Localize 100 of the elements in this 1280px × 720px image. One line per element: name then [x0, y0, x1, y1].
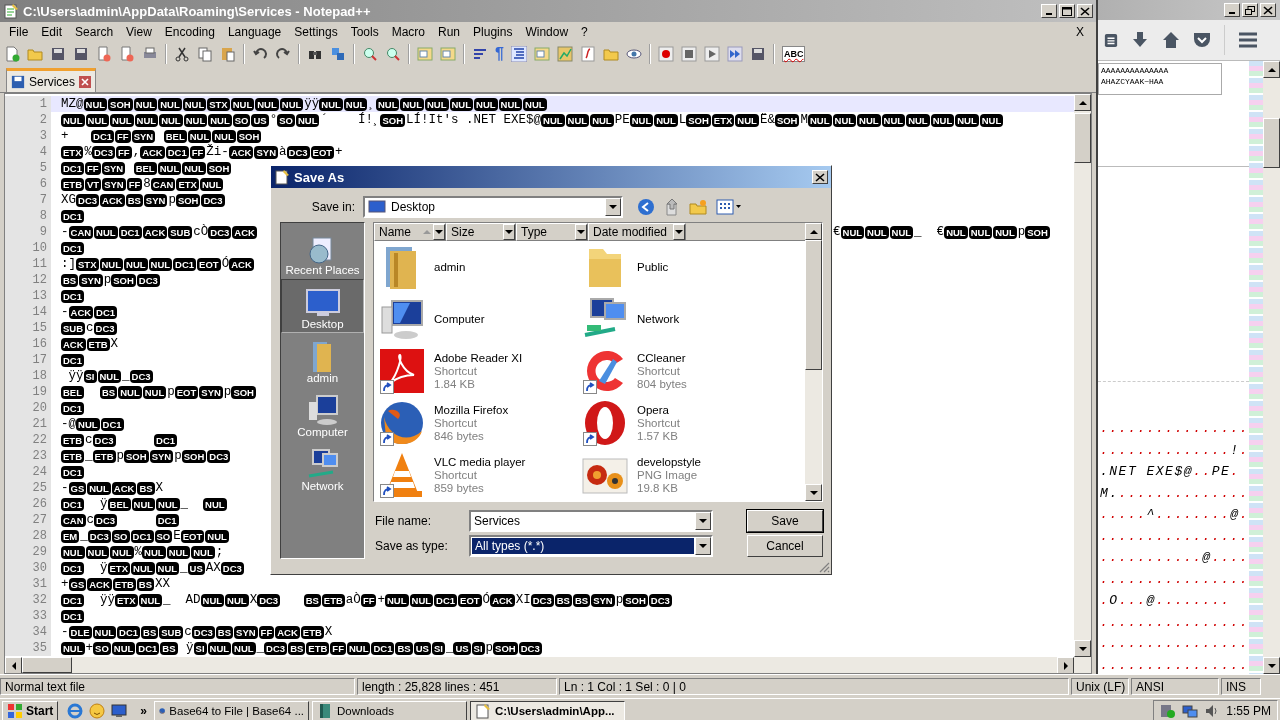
restore-button[interactable]: [1242, 3, 1258, 17]
places-item[interactable]: Computer: [281, 387, 364, 441]
vertical-scrollbar[interactable]: [805, 223, 822, 501]
save-button[interactable]: Save: [747, 509, 823, 532]
vertical-scrollbar[interactable]: [1074, 94, 1091, 673]
dropdown-button[interactable]: [695, 537, 711, 556]
menu-item[interactable]: Macro: [386, 24, 433, 39]
minimize-button[interactable]: [1224, 3, 1240, 17]
scroll-button[interactable]: [1263, 657, 1280, 674]
dropdown-button[interactable]: [433, 224, 445, 240]
places-item[interactable]: admin: [281, 333, 364, 387]
desktop-entry[interactable]: Opera Shortcut 1.57 KB: [581, 397, 784, 449]
horizontal-scrollbar[interactable]: [5, 657, 1074, 673]
replace-icon[interactable]: [330, 46, 346, 62]
scroll-thumb[interactable]: [1074, 113, 1091, 163]
menu-item[interactable]: Encoding: [159, 24, 223, 39]
menu-item[interactable]: Search: [70, 24, 122, 39]
file-name-field[interactable]: Services: [469, 509, 713, 532]
eye-icon[interactable]: [625, 46, 642, 62]
pocket-icon[interactable]: [1193, 31, 1211, 49]
resize-grip-icon[interactable]: [818, 561, 830, 573]
clipboard-list-icon[interactable]: [1104, 32, 1118, 48]
back-icon[interactable]: [637, 198, 655, 216]
scroll-button[interactable]: [5, 657, 22, 673]
scroll-button[interactable]: [1074, 640, 1091, 657]
close-all-icon[interactable]: [119, 46, 135, 62]
cut-icon[interactable]: [174, 46, 190, 62]
scroll-button[interactable]: [1263, 61, 1280, 78]
menu-item[interactable]: View: [121, 24, 160, 39]
taskbar-button[interactable]: C:\Users\admin\App...: [470, 700, 626, 720]
paste-icon[interactable]: [220, 46, 236, 62]
file-type-dropdown[interactable]: All types (*.*): [469, 535, 713, 558]
menu-item[interactable]: File: [4, 24, 37, 39]
desktop-entry[interactable]: Computer: [378, 293, 581, 345]
record-icon[interactable]: [657, 46, 674, 62]
undo-icon[interactable]: [252, 46, 268, 62]
scroll-thumb[interactable]: [805, 240, 822, 370]
close-file-icon[interactable]: [96, 46, 112, 62]
zoom-in-icon[interactable]: [362, 46, 378, 62]
play-multiple-icon[interactable]: [726, 46, 743, 62]
dropdown-button[interactable]: [575, 224, 587, 240]
scroll-button[interactable]: [1074, 94, 1091, 111]
column-header[interactable]: Type: [516, 223, 588, 241]
places-item[interactable]: Recent Places: [281, 225, 364, 279]
menu-item[interactable]: Run: [433, 24, 469, 39]
word-wrap-icon[interactable]: [472, 46, 488, 62]
stop-icon[interactable]: [680, 46, 697, 62]
save-all-icon[interactable]: [73, 46, 89, 62]
column-header[interactable]: Size: [446, 223, 516, 241]
menu-item[interactable]: Plugins: [468, 24, 521, 39]
desktop-entry[interactable]: CCleaner Shortcut 804 bytes: [581, 345, 784, 397]
new-file-icon[interactable]: [4, 46, 20, 62]
desktop-entry[interactable]: admin: [378, 241, 581, 293]
menu-item[interactable]: ?: [576, 24, 596, 39]
home-icon[interactable]: [1162, 31, 1180, 49]
cancel-button[interactable]: Cancel: [747, 535, 823, 558]
dropdown-button[interactable]: [695, 511, 711, 530]
menu-item[interactable]: Edit: [36, 24, 71, 39]
menu-icon[interactable]: [1238, 32, 1258, 48]
scroll-thumb[interactable]: [1263, 118, 1280, 168]
more-button[interactable]: »: [136, 703, 152, 718]
document-tab[interactable]: Services: [6, 68, 96, 92]
dropdown-button[interactable]: [673, 224, 685, 240]
dropdown-button[interactable]: [605, 198, 621, 216]
vertical-scrollbar[interactable]: [1263, 61, 1280, 674]
start-button[interactable]: Start: [2, 700, 59, 720]
save-macro-icon[interactable]: [749, 46, 766, 62]
desktop-entry[interactable]: VLC media player Shortcut 859 bytes: [378, 449, 581, 501]
show-desktop-icon[interactable]: [111, 702, 128, 719]
menu-item[interactable]: Tools: [345, 24, 387, 39]
menu-item[interactable]: Language: [222, 24, 290, 39]
taskbar-button[interactable]: Downloads: [312, 700, 468, 720]
save-icon[interactable]: [50, 46, 66, 62]
places-item[interactable]: Desktop: [281, 279, 364, 333]
column-header[interactable]: Name: [374, 223, 446, 241]
zoom-out-icon[interactable]: [385, 46, 401, 62]
indent-guide-icon[interactable]: [510, 46, 527, 62]
scroll-button[interactable]: [1057, 657, 1074, 673]
text-area[interactable]: AAAAAAAAAAAAAA AHAZCYAAK~HAA: [1098, 63, 1222, 95]
menu-item[interactable]: Window: [520, 24, 577, 39]
taskbar-button[interactable]: Base64 to File | Base64 ...: [154, 700, 310, 720]
desktop-entry[interactable]: Public: [581, 241, 784, 293]
menu-item[interactable]: Settings: [289, 24, 346, 39]
redo-icon[interactable]: [275, 46, 291, 62]
browser-e-icon[interactable]: [67, 702, 84, 719]
close-button[interactable]: [1260, 3, 1276, 17]
column-header[interactable]: Date modified: [588, 223, 686, 241]
scroll-thumb[interactable]: [22, 657, 72, 673]
up-folder-icon[interactable]: [664, 198, 680, 216]
function-list-icon[interactable]: [579, 46, 596, 62]
scroll-button[interactable]: [805, 223, 822, 240]
desktop-entry[interactable]: Network: [581, 293, 784, 345]
close-button[interactable]: [812, 170, 828, 184]
play-icon[interactable]: [703, 46, 720, 62]
scroll-button[interactable]: [805, 484, 822, 501]
desktop-entry[interactable]: developstyle PNG Image 19.8 KB: [581, 449, 784, 501]
places-item[interactable]: Network: [281, 441, 364, 495]
save-in-dropdown[interactable]: Desktop: [363, 196, 623, 218]
spell-check-button[interactable]: ABC: [781, 46, 806, 62]
download-icon[interactable]: [1131, 31, 1149, 49]
